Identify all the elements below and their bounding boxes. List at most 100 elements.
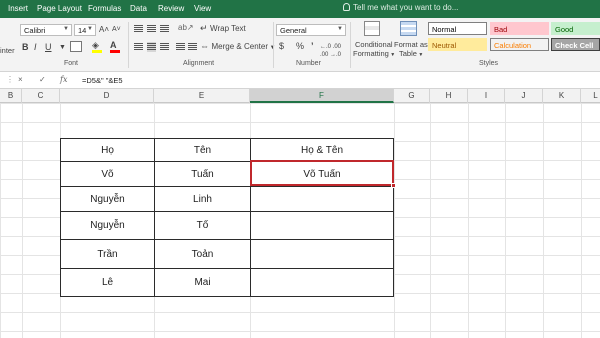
increase-font-icon[interactable]: A˄ (99, 25, 109, 35)
tab-formulas[interactable]: Formulas (88, 4, 121, 13)
borders-icon[interactable] (70, 41, 82, 52)
insert-function-icon[interactable]: fx (60, 75, 67, 84)
format-as-table-label-2-text: Table (399, 49, 417, 58)
bold-button[interactable]: B (22, 42, 29, 52)
column-header-b[interactable]: B (0, 89, 22, 103)
comma-button[interactable]: ’ (311, 41, 314, 51)
column-header-h[interactable]: H (430, 89, 468, 103)
tab-data[interactable]: Data (130, 4, 147, 13)
style-good[interactable]: Good (551, 22, 600, 35)
column-header-k[interactable]: K (543, 89, 581, 103)
cell-d9[interactable]: Lê (60, 268, 155, 297)
cell-f7[interactable] (250, 211, 394, 240)
cell-d7[interactable]: Nguyễn (60, 211, 155, 240)
decrease-decimal-button[interactable]: .00 →.0 (320, 50, 341, 60)
align-right-icon[interactable] (160, 42, 169, 52)
cell-d4[interactable]: Họ (60, 138, 155, 162)
font-name-select[interactable]: Calibri ▼ (20, 24, 72, 36)
styles-group-label: Styles (479, 60, 499, 67)
tab-insert[interactable]: Insert (8, 4, 28, 13)
tab-page-layout[interactable]: Page Layout (37, 4, 82, 13)
fill-color-swatch (92, 50, 102, 53)
orientation-icon[interactable]: ab↗ (178, 23, 194, 33)
chevron-down-icon: ▼ (87, 26, 93, 32)
font-size-select[interactable]: 14 ▼ (74, 24, 96, 36)
alignment-group-label: Alignment (183, 60, 215, 67)
decrease-font-icon[interactable]: A˅ (112, 25, 121, 35)
align-top-icon[interactable] (134, 24, 143, 34)
cancel-icon[interactable]: × (18, 75, 23, 84)
chevron-down-icon[interactable]: ▼ (59, 43, 66, 53)
cell-d6[interactable]: Nguyễn (60, 186, 155, 212)
wrap-text-label: Wrap Text (210, 24, 246, 33)
font-name-value: Calibri (24, 26, 46, 35)
number-format-select[interactable]: General ▼ (276, 24, 346, 36)
cell-e4[interactable]: Tên (154, 138, 251, 162)
gridline (581, 103, 582, 338)
formula-input[interactable]: =D5&" "&E5 (82, 76, 123, 85)
cell-f6[interactable] (250, 186, 394, 212)
column-header-g[interactable]: G (394, 89, 430, 103)
column-header-l[interactable]: L (581, 89, 600, 103)
ribbon: inter Calibri ▼ 14 ▼ A˄ A˅ B I U ▼ ◈ A Fon… (0, 18, 600, 72)
italic-button[interactable]: I (34, 42, 37, 52)
currency-button[interactable]: $ (279, 41, 284, 51)
percent-button[interactable]: % (296, 41, 304, 51)
align-center-icon[interactable] (147, 42, 156, 52)
cell-e7[interactable]: Tố (154, 211, 251, 240)
name-box-more-icon[interactable]: ⋮ (6, 75, 14, 84)
style-neutral[interactable]: Neutral (428, 38, 487, 51)
cell-e5[interactable]: Tuấn (154, 161, 251, 187)
merge-center-label: Merge & Center (211, 42, 268, 51)
fill-color-button[interactable]: ◈ (92, 40, 102, 53)
column-header-d[interactable]: D (60, 89, 154, 103)
cell-e8[interactable]: Toản (154, 239, 251, 269)
font-color-button[interactable]: A (110, 40, 120, 53)
tab-view[interactable]: View (194, 4, 211, 13)
tab-review[interactable]: Review (158, 4, 184, 13)
cell-f8[interactable] (250, 239, 394, 269)
conditional-formatting-label-2-text: Formatting (353, 49, 389, 58)
column-header-j[interactable]: J (505, 89, 543, 103)
column-header-f[interactable]: F (250, 89, 394, 103)
align-middle-icon[interactable] (147, 24, 156, 34)
underline-button[interactable]: U (45, 42, 52, 52)
font-group-label: Font (64, 60, 79, 67)
decrease-indent-icon[interactable] (176, 42, 185, 52)
separator (350, 22, 351, 68)
cell-f4[interactable]: Họ & Tên (250, 138, 394, 162)
style-bad[interactable]: Bad (490, 22, 549, 35)
column-header-i[interactable]: I (468, 89, 505, 103)
format-as-table-icon (400, 21, 417, 36)
wrap-text-button[interactable]: ↵ Wrap Text (200, 23, 246, 34)
merge-center-button[interactable]: ⇔ Merge & Center ▼ (200, 41, 276, 53)
gridline (430, 103, 431, 338)
align-left-icon[interactable] (134, 42, 143, 52)
column-header-c[interactable]: C (22, 89, 60, 103)
wrap-text-icon: ↵ (200, 23, 211, 33)
cell-e9[interactable]: Mai (154, 268, 251, 297)
cell-d5[interactable]: Võ (60, 161, 155, 187)
tell-me-box[interactable]: Tell me what you want to do... (343, 3, 458, 12)
align-bottom-icon[interactable] (160, 24, 169, 34)
cell-e6[interactable]: Linh (154, 186, 251, 212)
style-normal[interactable]: Normal (428, 22, 487, 35)
fill-handle[interactable] (391, 183, 396, 188)
format-as-table-label-1: Format as (394, 40, 428, 49)
ribbon-tab-bar: Insert Page Layout Formulas Data Review … (0, 0, 600, 18)
conditional-formatting-label-2: Formatting ▼ (353, 49, 396, 58)
paste-label[interactable]: inter (0, 46, 15, 56)
style-calculation[interactable]: Calculation (490, 38, 549, 51)
style-check-cell[interactable]: Check Cell (551, 38, 600, 51)
conditional-formatting-icon (364, 21, 380, 36)
enter-icon[interactable]: ✓ (39, 75, 46, 84)
cell-f9[interactable] (250, 268, 394, 297)
cell-d8[interactable]: Trần (60, 239, 155, 269)
formula-bar: ⋮ × ✓ fx =D5&" "&E5 (0, 72, 600, 89)
active-cell-selection[interactable] (250, 160, 396, 188)
column-header-e[interactable]: E (154, 89, 250, 103)
increase-indent-icon[interactable] (188, 42, 197, 52)
gridline (468, 103, 469, 338)
number-group-label: Number (296, 60, 321, 67)
lightbulb-icon (343, 3, 350, 11)
